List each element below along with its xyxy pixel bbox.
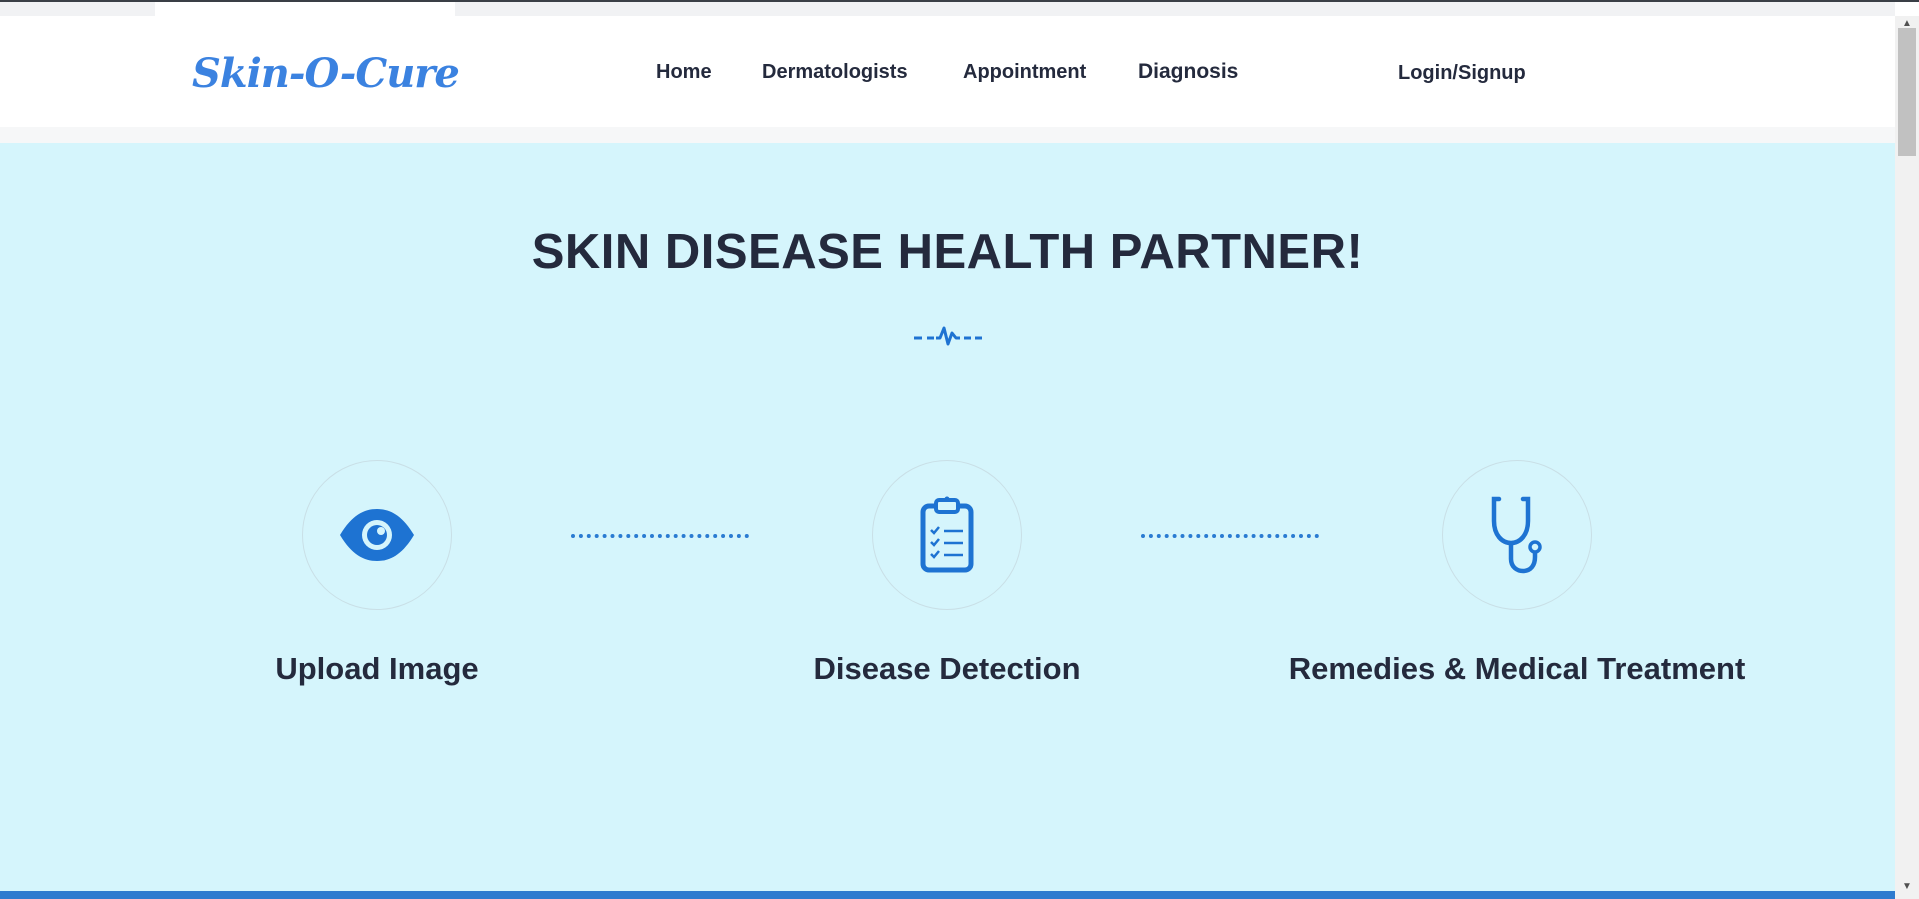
hero-title: SKIN DISEASE HEALTH PARTNER! bbox=[531, 225, 1364, 279]
step-label-upload: Upload Image bbox=[275, 651, 479, 686]
stethoscope-icon bbox=[1491, 496, 1542, 574]
nav-home-link[interactable]: Home bbox=[656, 61, 712, 84]
header-divider bbox=[0, 127, 1895, 143]
step-detection-circle bbox=[872, 460, 1022, 610]
step-label-detection: Disease Detection bbox=[813, 651, 1081, 686]
step-treatment-circle bbox=[1442, 460, 1592, 610]
scrollbar-thumb[interactable] bbox=[1898, 28, 1916, 156]
heartbeat-line-icon bbox=[914, 326, 982, 346]
clipboard-checklist-icon bbox=[920, 496, 974, 573]
step-connector-dots bbox=[571, 534, 749, 538]
footer-top-bar bbox=[0, 891, 1895, 899]
step-connector-dots bbox=[1141, 534, 1319, 538]
browser-active-tab[interactable] bbox=[155, 2, 455, 16]
nav-diagnosis-link[interactable]: Diagnosis bbox=[1138, 60, 1238, 84]
step-upload-circle bbox=[302, 460, 452, 610]
nav-appointment-link[interactable]: Appointment bbox=[963, 61, 1086, 84]
login-signup-link[interactable]: Login/Signup bbox=[1398, 62, 1526, 85]
browser-tab-area bbox=[455, 2, 1895, 16]
eye-icon bbox=[340, 509, 414, 561]
scroll-down-arrow-icon[interactable]: ▼ bbox=[1900, 881, 1914, 893]
step-label-treatment: Remedies & Medical Treatment bbox=[1288, 651, 1746, 686]
browser-tab-area bbox=[0, 2, 155, 16]
site-logo[interactable]: Skin-O-Cure bbox=[192, 50, 460, 97]
nav-dermatologists-link[interactable]: Dermatologists bbox=[762, 61, 908, 84]
